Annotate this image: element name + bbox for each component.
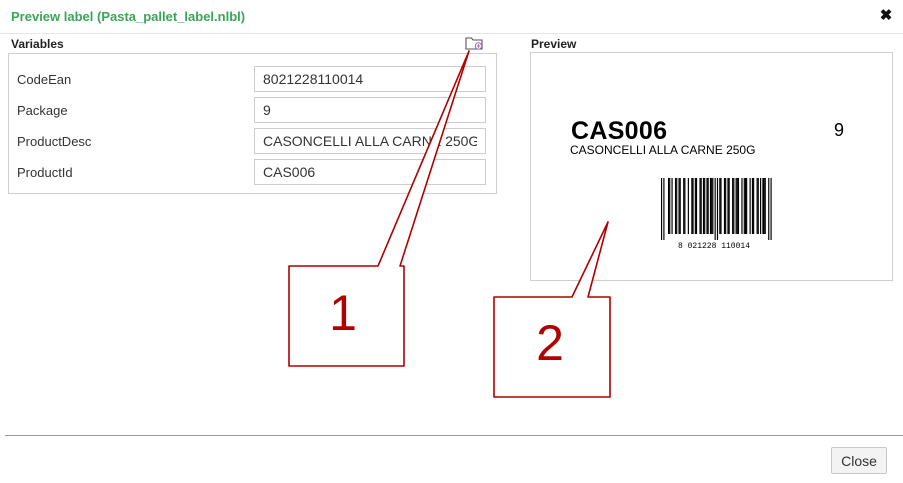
folder-icon[interactable] <box>465 35 484 51</box>
label-product-id: CAS006 <box>571 117 668 145</box>
variable-input-productid[interactable] <box>254 159 486 185</box>
barcode-bar <box>702 178 705 234</box>
variable-name-productid: ProductId <box>17 165 73 180</box>
barcode-bar <box>709 178 712 234</box>
barcode-bar <box>728 178 730 234</box>
barcode-bar <box>751 178 754 234</box>
label-preview: CAS006 CASONCELLI ALLA CARNE 250G 9 8 02… <box>530 52 893 281</box>
barcode-bar <box>743 178 745 234</box>
barcode-bar <box>716 178 719 240</box>
barcode-bar <box>679 178 681 234</box>
barcode-bar <box>704 178 706 234</box>
variable-row: ProductDesc <box>9 125 496 156</box>
variable-input-productdesc[interactable] <box>254 128 486 154</box>
barcode-bar <box>676 178 678 234</box>
barcode-bar <box>663 178 665 240</box>
label-product-desc: CASONCELLI ALLA CARNE 250G <box>570 143 756 157</box>
barcode-bar <box>733 178 735 234</box>
barcode-bar <box>727 178 729 234</box>
barcode-bar <box>749 178 751 234</box>
barcode-bar <box>760 178 762 234</box>
barcode-bar <box>746 178 748 234</box>
barcode-bar <box>669 178 671 234</box>
barcode-bar <box>667 178 670 234</box>
barcode-bar <box>719 178 721 234</box>
barcode-bar <box>735 178 737 234</box>
variable-input-package[interactable] <box>254 97 486 123</box>
close-icon[interactable]: ✖ <box>879 8 893 23</box>
callout-1-label: 1 <box>329 285 357 341</box>
barcode-bar <box>762 178 764 234</box>
variable-input-codeean[interactable] <box>254 66 486 92</box>
barcode-bar <box>723 178 726 234</box>
barcode-bar <box>714 178 716 240</box>
barcode-bar <box>712 178 714 234</box>
barcode-bar <box>691 178 693 234</box>
variable-row: Package <box>9 94 496 125</box>
label-package: 9 <box>834 120 845 140</box>
barcode-bar <box>674 178 677 234</box>
callout-2-label: 2 <box>536 315 564 371</box>
barcode-bar <box>711 178 713 234</box>
dialog-title-bar: Preview label (Pasta_pallet_label.nlbl) … <box>0 0 903 34</box>
variable-name-codeean: CodeEan <box>17 72 72 87</box>
variable-name-productdesc: ProductDesc <box>17 134 92 149</box>
barcode-bar <box>687 178 689 234</box>
barcode-bar <box>744 178 747 234</box>
barcode-bar <box>741 178 743 234</box>
barcode-bar <box>720 178 722 234</box>
barcode-bar <box>753 178 755 234</box>
barcode-bar <box>757 178 759 234</box>
barcode: 8 021228 110014 <box>660 178 772 250</box>
variables-heading: Variables <box>11 37 64 51</box>
barcode-bar <box>725 178 727 234</box>
barcode-bar <box>678 178 680 234</box>
barcode-bar <box>768 178 770 240</box>
barcode-bar <box>706 178 708 234</box>
barcode-bar <box>671 178 673 234</box>
barcode-bar <box>732 178 734 234</box>
variable-row: CodeEan <box>9 63 496 94</box>
footer-divider <box>5 435 903 436</box>
variable-name-package: Package <box>17 103 68 118</box>
dialog-title: Preview label (Pasta_pallet_label.nlbl) <box>11 9 246 24</box>
barcode-bar <box>770 178 772 240</box>
barcode-bar <box>695 178 698 234</box>
barcode-bar <box>694 178 696 234</box>
barcode-bar <box>737 178 740 234</box>
preview-label-dialog: Preview label (Pasta_pallet_label.nlbl) … <box>0 0 903 483</box>
variable-row: ProductId <box>9 156 496 187</box>
barcode-bar <box>700 178 702 234</box>
barcode-bar <box>660 178 663 240</box>
barcode-bar <box>707 178 709 234</box>
barcode-bar <box>699 178 701 234</box>
barcode-bar <box>684 178 686 234</box>
barcode-digits: 8 021228 110014 <box>678 242 750 250</box>
barcode-bar <box>764 178 766 234</box>
variables-panel: CodeEan Package ProductDesc ProductId <box>8 53 497 194</box>
barcode-bar <box>683 178 685 234</box>
preview-heading: Preview <box>531 37 577 51</box>
close-button[interactable]: Close <box>831 447 887 474</box>
barcode-bar <box>756 178 758 234</box>
barcode-bar <box>763 178 765 234</box>
barcode-bar <box>736 178 738 234</box>
barcode-bar <box>692 178 694 234</box>
